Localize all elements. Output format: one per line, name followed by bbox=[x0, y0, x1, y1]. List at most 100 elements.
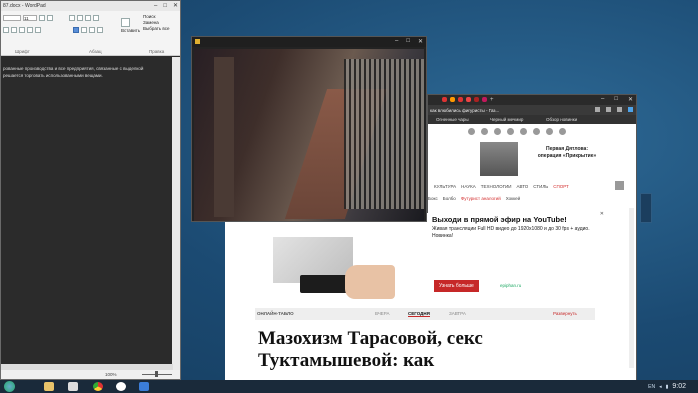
media-player-icon[interactable] bbox=[68, 382, 78, 391]
share-icon-3[interactable] bbox=[494, 128, 501, 135]
wordpad-titlebar[interactable]: 87.docx - WordPad – □ ✕ bbox=[1, 1, 180, 11]
list-icon[interactable] bbox=[85, 15, 91, 21]
reader-icon[interactable] bbox=[595, 107, 600, 112]
line-spacing-icon[interactable] bbox=[93, 15, 99, 21]
nav-culture[interactable]: КУЛЬТУРА bbox=[434, 184, 456, 189]
bold-icon[interactable] bbox=[3, 27, 9, 33]
paste-button[interactable]: Вставить bbox=[121, 28, 140, 33]
video-player-window[interactable]: – □ ✕ bbox=[191, 36, 427, 222]
page-scrollbar[interactable] bbox=[629, 208, 634, 368]
promo-title[interactable]: Выходи в прямой эфир на YouTube! bbox=[432, 215, 604, 224]
desktop-widget[interactable] bbox=[640, 193, 652, 223]
twitter-icon[interactable] bbox=[546, 128, 553, 135]
network-icon[interactable]: ▮ bbox=[666, 384, 669, 390]
align-center-icon[interactable] bbox=[81, 27, 87, 33]
video-frame[interactable] bbox=[194, 49, 424, 221]
news-title-line-2[interactable]: операция «Прикрытие» bbox=[532, 153, 602, 160]
find-button[interactable]: Поиск bbox=[143, 14, 155, 19]
minimize-icon[interactable]: – bbox=[601, 96, 604, 103]
share-icon-2[interactable] bbox=[481, 128, 488, 135]
tab-favicon-2[interactable] bbox=[450, 97, 455, 102]
nav-style[interactable]: СТИЛЬ bbox=[533, 184, 548, 189]
promo-block[interactable]: ✕ Выходи в прямой эфир на YouTube! Живая… bbox=[432, 211, 604, 301]
facebook-icon[interactable] bbox=[520, 128, 527, 135]
justify-icon[interactable] bbox=[97, 27, 103, 33]
download-icon[interactable] bbox=[628, 107, 633, 112]
italic-icon[interactable] bbox=[11, 27, 17, 33]
promo-brand[interactable]: epiphan.ru bbox=[500, 283, 521, 288]
wordpad-window[interactable]: 87.docx - WordPad – □ ✕ 11 Вставить Поис… bbox=[0, 0, 181, 380]
tab-tomorrow[interactable]: ЗАВТРА bbox=[449, 311, 466, 316]
align-right-icon[interactable] bbox=[89, 27, 95, 33]
subnav-2[interactable]: Болбо bbox=[443, 196, 456, 201]
address-bar[interactable]: как влюбились фигуристы - Газ... bbox=[428, 105, 636, 115]
bookmark-icon[interactable] bbox=[606, 107, 611, 112]
article-headline[interactable]: Мазохизм Тарасовой, секс Туктамышевой: к… bbox=[258, 328, 538, 372]
menu-icon[interactable] bbox=[617, 107, 622, 112]
scoreboard-label: ОНЛАЙН-ТАБЛО bbox=[257, 311, 294, 316]
subnav-boxing[interactable]: Бокс bbox=[428, 196, 438, 201]
close-icon[interactable]: ✕ bbox=[628, 96, 633, 103]
expand-link[interactable]: Развернуть bbox=[553, 311, 577, 316]
vk-icon[interactable] bbox=[533, 128, 540, 135]
tab-favicon-5[interactable] bbox=[474, 97, 479, 102]
language-indicator[interactable]: EN bbox=[648, 384, 655, 390]
document-area[interactable]: рованные производства и все предприятия,… bbox=[1, 57, 173, 371]
bookmark-3[interactable]: Обзор новинки bbox=[546, 115, 577, 124]
strikethrough-icon[interactable] bbox=[27, 27, 33, 33]
nav-science[interactable]: НАУКА bbox=[461, 184, 476, 189]
volume-icon[interactable]: ◂ bbox=[659, 384, 662, 390]
grow-font-icon[interactable] bbox=[39, 15, 45, 21]
zoom-thumb[interactable] bbox=[155, 371, 158, 377]
nav-auto[interactable]: АВТО bbox=[517, 184, 529, 189]
bookmark-2[interactable]: Черный мечмир bbox=[490, 115, 523, 124]
tab-yesterday[interactable]: ВЧЕРА bbox=[375, 311, 390, 316]
new-tab-icon[interactable]: + bbox=[490, 97, 494, 103]
tab-favicon-1[interactable] bbox=[442, 97, 447, 102]
tab-favicon-4[interactable] bbox=[466, 97, 471, 102]
news-photo[interactable] bbox=[480, 142, 518, 176]
wordpad-taskbar-icon[interactable] bbox=[139, 382, 149, 391]
decrease-indent-icon[interactable] bbox=[69, 15, 75, 21]
shrink-font-icon[interactable] bbox=[47, 15, 53, 21]
paste-icon[interactable] bbox=[121, 18, 130, 27]
font-family-select[interactable] bbox=[3, 15, 21, 21]
maximize-icon[interactable]: □ bbox=[406, 38, 410, 45]
start-button[interactable] bbox=[4, 381, 15, 392]
search-icon[interactable] bbox=[615, 181, 624, 190]
nav-tech[interactable]: ТЕХНОЛОГИИ bbox=[481, 184, 512, 189]
text-color-icon[interactable] bbox=[35, 27, 41, 33]
select-all-button[interactable]: Выбрать все bbox=[143, 26, 169, 31]
replace-button[interactable]: Замена bbox=[143, 20, 159, 25]
clock[interactable]: 9:02 bbox=[672, 383, 686, 390]
subnav-hockey[interactable]: Хоккей bbox=[506, 196, 520, 201]
tab-favicon-3[interactable] bbox=[458, 97, 463, 102]
system-tray: EN ◂ ▮ 9:02 bbox=[648, 380, 698, 393]
video-titlebar[interactable]: – □ ✕ bbox=[192, 37, 426, 47]
ad-close-icon[interactable]: ✕ bbox=[600, 211, 604, 217]
nav-sport[interactable]: СПОРТ bbox=[553, 184, 569, 189]
learn-more-button[interactable]: Узнать больше bbox=[434, 280, 479, 292]
file-manager-icon[interactable] bbox=[44, 382, 54, 391]
chrome-icon[interactable] bbox=[93, 382, 103, 391]
close-icon[interactable]: ✕ bbox=[173, 1, 178, 11]
ok-icon[interactable] bbox=[559, 128, 566, 135]
font-size-select[interactable]: 11 bbox=[23, 15, 37, 21]
tab-favicon-6[interactable] bbox=[482, 97, 487, 102]
close-icon[interactable]: ✕ bbox=[418, 38, 423, 45]
yandex-browser-icon[interactable] bbox=[116, 382, 126, 391]
tab-today[interactable]: СЕГОДНЯ bbox=[408, 311, 430, 317]
share-icon-4[interactable] bbox=[507, 128, 514, 135]
bookmark-1[interactable]: Огненные чары bbox=[436, 115, 469, 124]
minimize-icon[interactable]: – bbox=[395, 38, 398, 45]
increase-indent-icon[interactable] bbox=[77, 15, 83, 21]
minimize-icon[interactable]: – bbox=[154, 1, 157, 11]
share-icon-1[interactable] bbox=[468, 128, 475, 135]
news-title-line-1[interactable]: Первая Дятлова: bbox=[532, 146, 602, 153]
align-left-icon[interactable] bbox=[73, 27, 79, 33]
vertical-scrollbar[interactable] bbox=[172, 57, 180, 371]
maximize-icon[interactable]: □ bbox=[614, 96, 618, 103]
maximize-icon[interactable]: □ bbox=[163, 1, 167, 11]
underline-icon[interactable] bbox=[19, 27, 25, 33]
subnav-3[interactable]: Футурист аналогий bbox=[461, 196, 501, 201]
